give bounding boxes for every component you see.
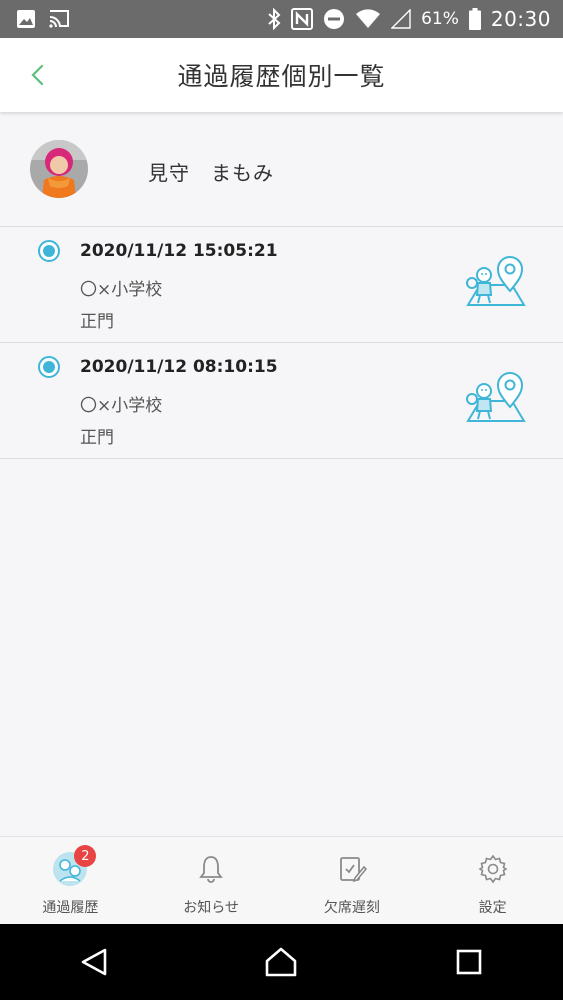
status-dot-icon xyxy=(38,240,60,262)
page-title: 通過履歴個別一覧 xyxy=(177,62,386,91)
recents-nav-button[interactable] xyxy=(439,932,499,992)
history-location: 〇×小学校 xyxy=(80,280,163,300)
status-dot-icon xyxy=(38,356,60,378)
status-bar-left xyxy=(16,9,70,29)
gear-icon xyxy=(475,851,511,887)
nav-item-absence[interactable]: 欠席遅刻 xyxy=(282,837,423,925)
home-nav-button[interactable] xyxy=(251,932,311,992)
history-item[interactable]: 2020/11/12 08:10:15 〇×小学校 正門 xyxy=(0,343,563,459)
battery-icon xyxy=(468,8,481,30)
back-nav-button[interactable] xyxy=(64,932,124,992)
history-list: 2020/11/12 15:05:21 〇×小学校 正門 2020/11/12 … xyxy=(0,227,563,459)
history-datetime: 2020/11/12 08:10:15 xyxy=(80,357,278,377)
chevron-left-icon xyxy=(31,64,44,86)
history-item[interactable]: 2020/11/12 15:05:21 〇×小学校 正門 xyxy=(0,227,563,343)
map-location-button[interactable] xyxy=(464,255,528,313)
nav-item-notice[interactable]: お知らせ xyxy=(141,837,282,925)
profile-row: 見守 まもみ xyxy=(0,113,563,227)
nav-label: 欠席遅刻 xyxy=(323,900,380,916)
triangle-back-icon xyxy=(81,948,107,976)
image-icon xyxy=(16,9,36,29)
bluetooth-icon xyxy=(267,8,281,30)
history-gate: 正門 xyxy=(80,428,114,448)
nav-label: 通過履歴 xyxy=(42,900,99,916)
history-location: 〇×小学校 xyxy=(80,396,163,416)
map-pin-icon xyxy=(466,256,526,306)
system-nav-bar xyxy=(0,924,563,1000)
app-header: 通過履歴個別一覧 xyxy=(0,38,563,112)
battery-percent: 61% xyxy=(421,9,459,29)
do-not-disturb-icon xyxy=(323,8,345,30)
signal-icon xyxy=(391,9,411,29)
nav-item-history[interactable]: 2 通過履歴 xyxy=(0,837,141,925)
profile-name: 見守 まもみ xyxy=(148,161,274,185)
map-location-button[interactable] xyxy=(464,371,528,429)
nav-label: お知らせ xyxy=(183,900,239,916)
nfc-icon xyxy=(291,8,314,30)
status-bar-right: 61% 20:30 xyxy=(267,7,551,31)
history-icon: 2 xyxy=(52,845,97,887)
nav-item-settings[interactable]: 設定 xyxy=(422,837,563,925)
status-bar: 61% 20:30 xyxy=(0,0,563,38)
history-gate: 正門 xyxy=(80,312,114,332)
history-datetime: 2020/11/12 15:05:21 xyxy=(80,241,278,261)
notification-badge: 2 xyxy=(74,845,97,867)
clipboard-edit-icon xyxy=(334,851,370,887)
home-icon xyxy=(266,947,297,977)
map-pin-icon xyxy=(466,372,526,422)
square-recents-icon xyxy=(456,949,482,975)
wifi-icon xyxy=(355,9,381,29)
back-button[interactable] xyxy=(22,60,52,90)
cast-icon xyxy=(48,9,70,29)
clock: 20:30 xyxy=(490,7,551,31)
bell-icon xyxy=(193,851,229,887)
nav-label: 設定 xyxy=(478,900,507,916)
bottom-nav: 2 通過履歴 お知らせ 欠席遅刻 設定 xyxy=(0,836,563,925)
avatar xyxy=(30,140,88,198)
